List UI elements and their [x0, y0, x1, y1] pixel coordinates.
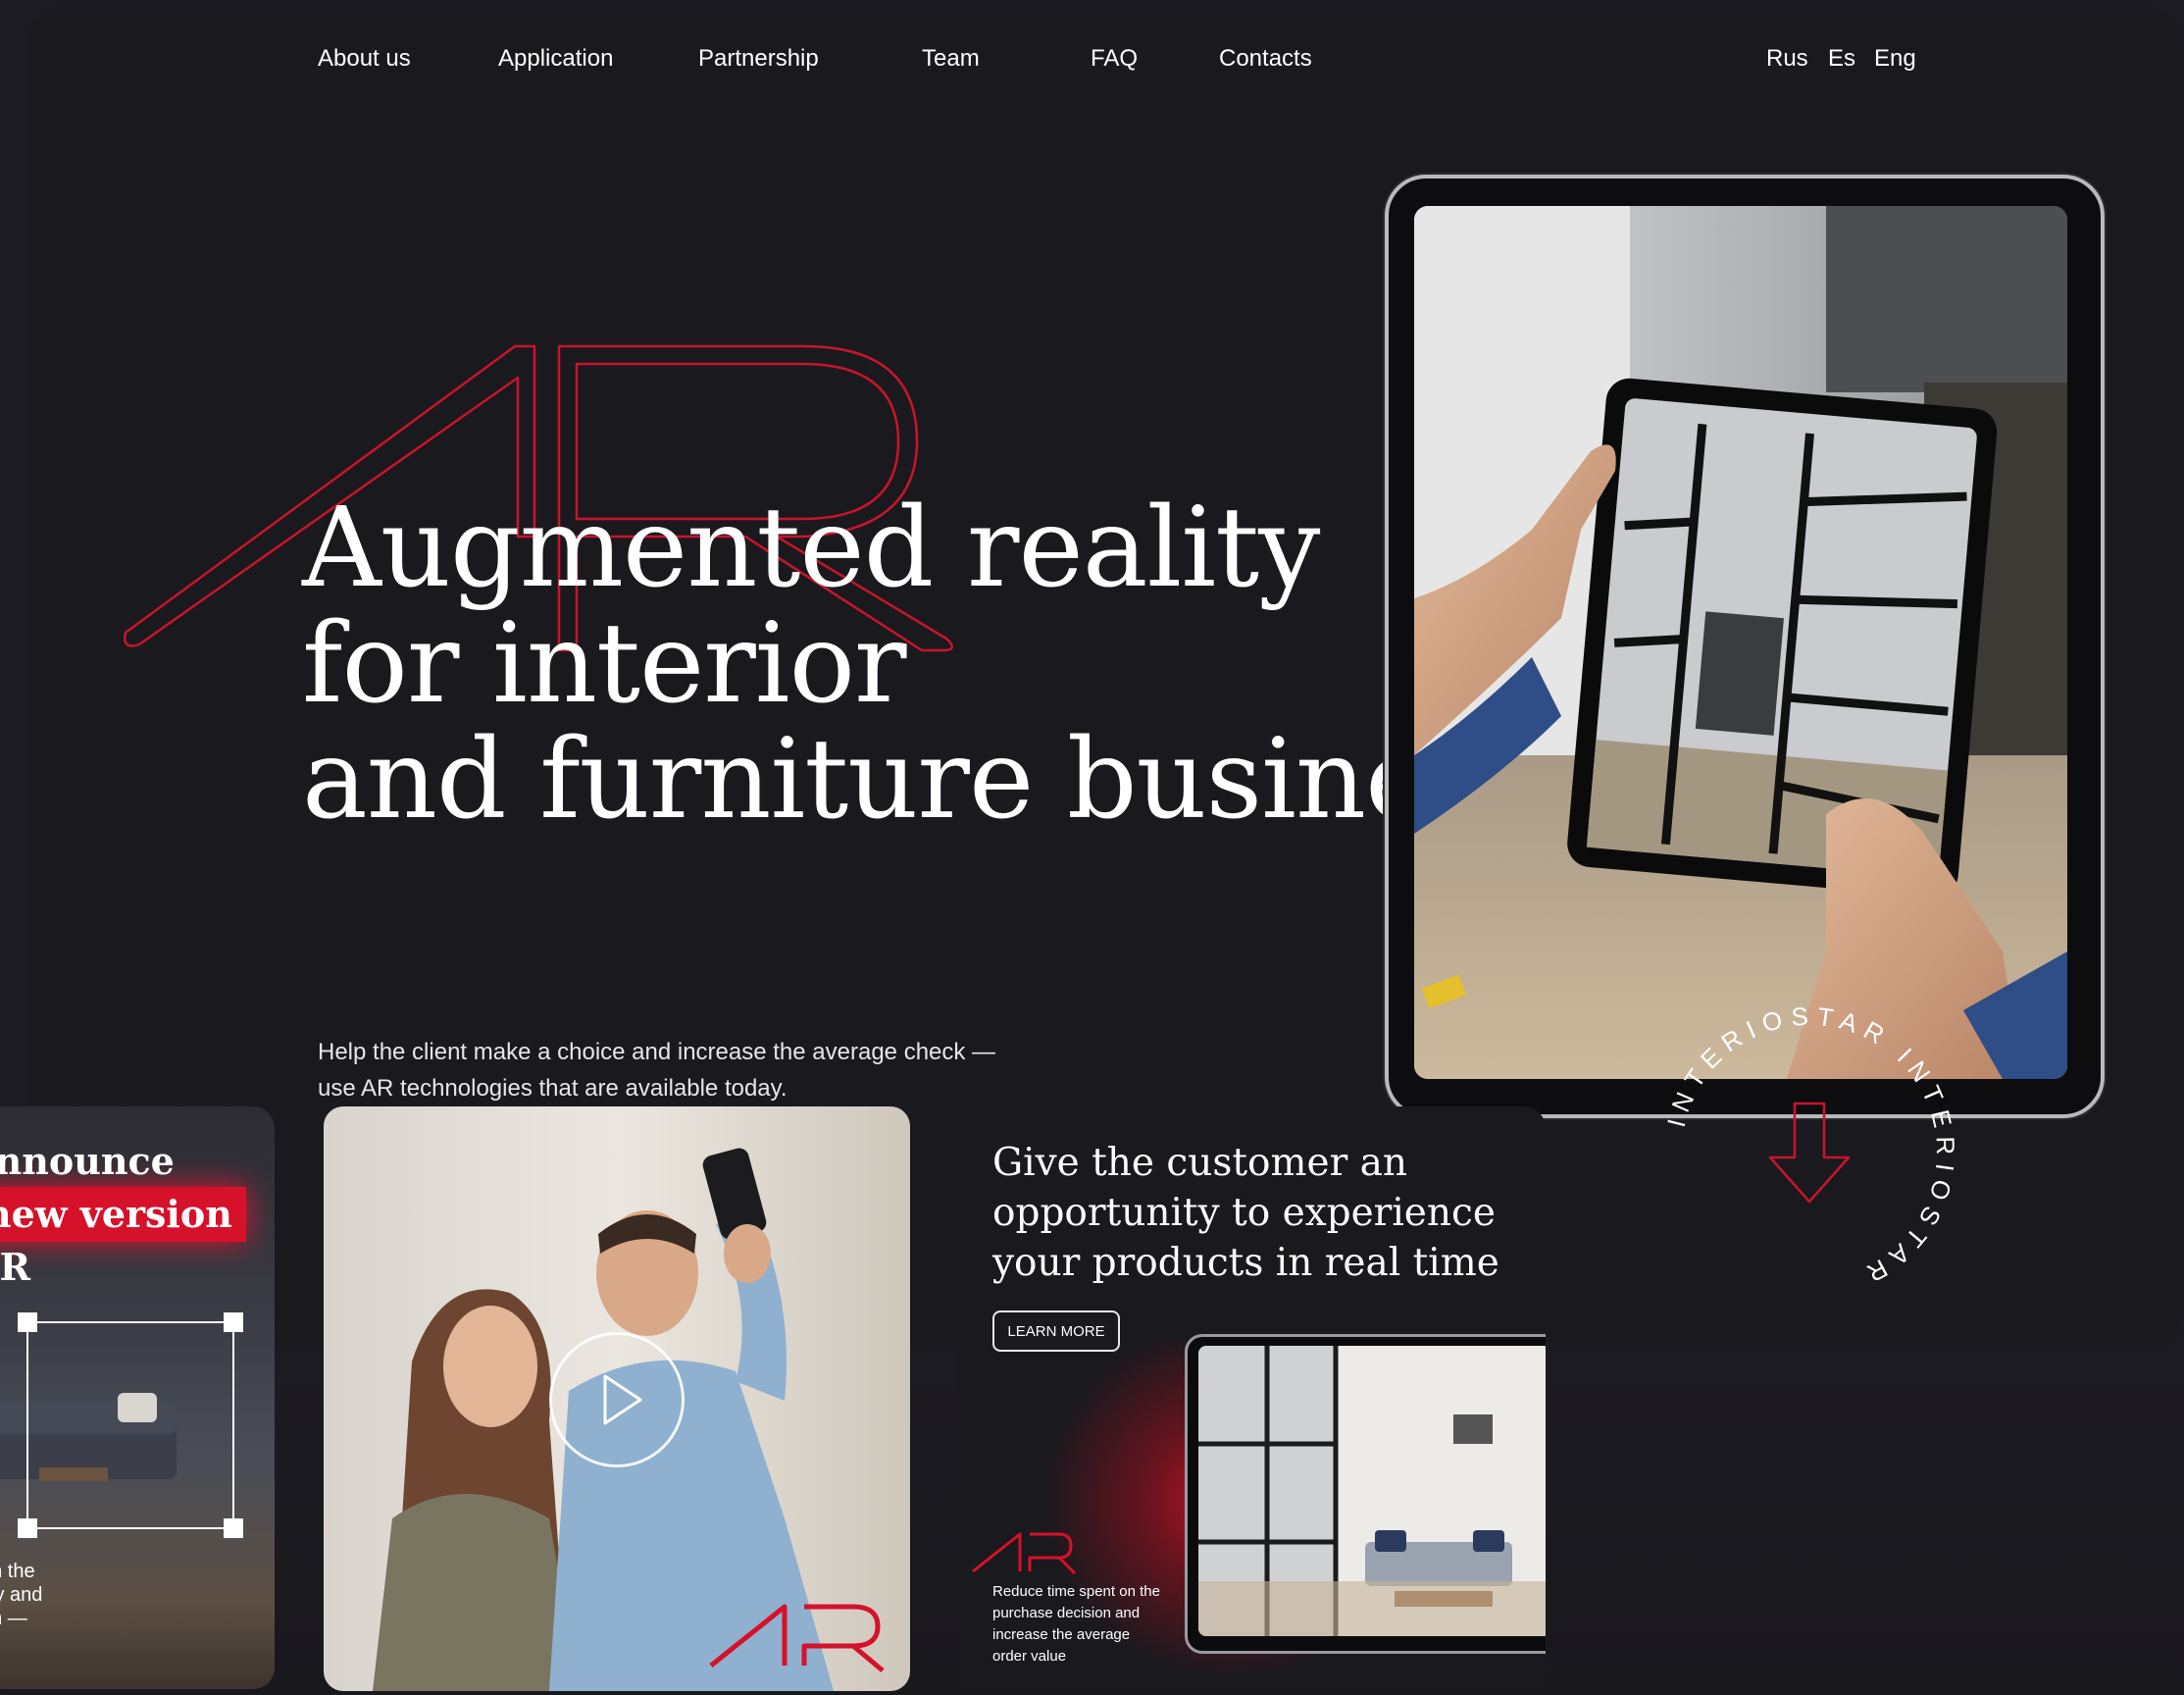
lang-es[interactable]: Es	[1828, 45, 1855, 73]
promo-description: Reduce time spent on the purchase decisi…	[992, 1581, 1189, 1668]
play-button[interactable]	[549, 1332, 685, 1467]
arrow-down-icon	[1768, 1102, 1851, 1204]
hero-subtitle-line-1: Help the client make a choice and increa…	[318, 1039, 996, 1065]
announce-caption-line-2: lity and	[0, 1584, 43, 1606]
announce-caption-line-1: on the	[0, 1561, 35, 1582]
play-icon	[603, 1374, 642, 1425]
nav-partnership[interactable]: Partnership	[698, 45, 819, 73]
nav-team[interactable]: Team	[922, 45, 980, 73]
promo-title-line-3: your products in real time	[992, 1241, 1499, 1285]
announce-title-line-3: AR	[0, 1245, 31, 1289]
interiostar-circle-badge[interactable]: INTERIOSTAR INTERIOSTAR	[1648, 991, 1971, 1314]
promo-tablet-screen	[1198, 1346, 1546, 1636]
hero-title-line-3: and furniture business	[302, 716, 1541, 844]
nav-application[interactable]: Application	[498, 45, 613, 73]
hero-subtitle: Help the client make a choice and increa…	[318, 1034, 1063, 1106]
nav-faq[interactable]: FAQ	[1091, 45, 1138, 73]
lang-rus[interactable]: Rus	[1766, 45, 1808, 73]
promo-title-line-2: opportunity to experience	[992, 1191, 1496, 1235]
lang-eng[interactable]: Eng	[1874, 45, 1916, 73]
learn-more-button[interactable]: LEARN MORE	[992, 1310, 1120, 1352]
nav-contacts[interactable]: Contacts	[1219, 45, 1312, 73]
promo-card: Give the customer an opportunity to expe…	[957, 1106, 1546, 1691]
hero-title-line-1: Augmented reality	[302, 485, 1320, 612]
interiostar-circle-text: INTERIOSTAR INTERIOSTAR	[1661, 1002, 1960, 1292]
hero-title-line-2: for interior	[302, 600, 907, 728]
promo-desc-line-4: order value	[992, 1648, 1067, 1665]
hero-subtitle-line-2: use AR technologies that are available t…	[318, 1075, 787, 1102]
promo-ar-logo	[972, 1532, 1077, 1575]
promo-desc-line-3: increase the average	[992, 1626, 1131, 1643]
announce-card-title: announce new version AR	[0, 1136, 246, 1293]
hero-title: Augmented reality for interior and furni…	[302, 485, 1541, 844]
promo-title: Give the customer an opportunity to expe…	[992, 1138, 1499, 1288]
promo-desc-line-1: Reduce time spent on the	[992, 1583, 1160, 1600]
announce-title-highlight: new version	[0, 1187, 246, 1242]
video-card[interactable]	[324, 1106, 910, 1691]
promo-title-line-1: Give the customer an	[992, 1141, 1408, 1185]
announce-caption-line-3: on —	[0, 1608, 27, 1629]
sofa-ar-frame	[0, 1312, 243, 1538]
announce-card-caption: on the lity and on —	[0, 1560, 42, 1630]
promo-desc-line-2: purchase decision and	[992, 1605, 1141, 1621]
announce-card[interactable]: announce new version AR on the lity and …	[0, 1106, 275, 1689]
tablet-screen-image	[1414, 206, 2067, 1079]
nav-about-us[interactable]: About us	[318, 45, 411, 73]
announce-title-line-1: announce	[0, 1139, 175, 1183]
